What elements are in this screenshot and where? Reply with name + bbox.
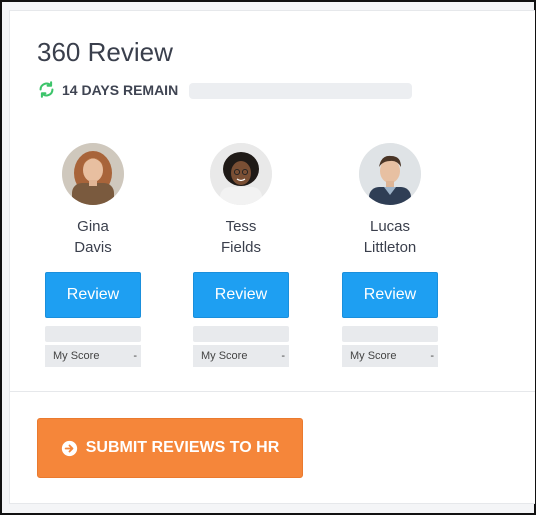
review-card: 360 Review 14 DAYS REMAIN Gina Davis Rev… [9, 10, 535, 504]
score-placeholder [342, 326, 438, 342]
my-score-field: My Score - [45, 345, 141, 367]
days-remaining-bar [189, 83, 412, 99]
my-score-label: My Score [201, 350, 248, 362]
days-remaining: 14 DAYS REMAIN [37, 80, 178, 99]
reviewee-card-gina-davis: Gina Davis Review My Score - [45, 143, 141, 367]
score-placeholder [45, 326, 141, 342]
review-button-tess-fields[interactable]: Review [193, 272, 289, 318]
reviewee-card-tess-fields: Tess Fields Review My Score - [193, 143, 289, 367]
submit-reviews-label: SUBMIT REVIEWS TO HR [85, 439, 280, 456]
my-score-value: - [133, 350, 137, 362]
my-score-value: - [281, 350, 285, 362]
avatar-tess-fields [210, 143, 272, 205]
reviewee-name: Lucas Littleton [363, 218, 417, 256]
arrow-right-circle-icon [61, 440, 77, 456]
reviewee-card-lucas-littleton: Lucas Littleton Review My Score - [342, 143, 438, 367]
submit-reviews-button[interactable]: SUBMIT REVIEWS TO HR [37, 418, 303, 478]
my-score-label: My Score [53, 350, 100, 362]
my-score-field: My Score - [342, 345, 438, 367]
my-score-field: My Score - [193, 345, 289, 367]
section-divider [10, 391, 535, 392]
review-button-gina-davis[interactable]: Review [45, 272, 141, 318]
reviewee-name: Tess Fields [220, 218, 261, 256]
review-button-lucas-littleton[interactable]: Review [342, 272, 438, 318]
reviewee-name: Gina Davis [74, 218, 112, 256]
score-placeholder [193, 326, 289, 342]
page-title: 360 Review [37, 37, 173, 67]
avatar-lucas-littleton [359, 143, 421, 205]
refresh-icon [39, 81, 54, 98]
avatar-gina-davis [62, 143, 124, 205]
my-score-label: My Score [350, 350, 397, 362]
my-score-value: - [430, 350, 434, 362]
days-remaining-label: 14 DAYS REMAIN [62, 81, 179, 98]
